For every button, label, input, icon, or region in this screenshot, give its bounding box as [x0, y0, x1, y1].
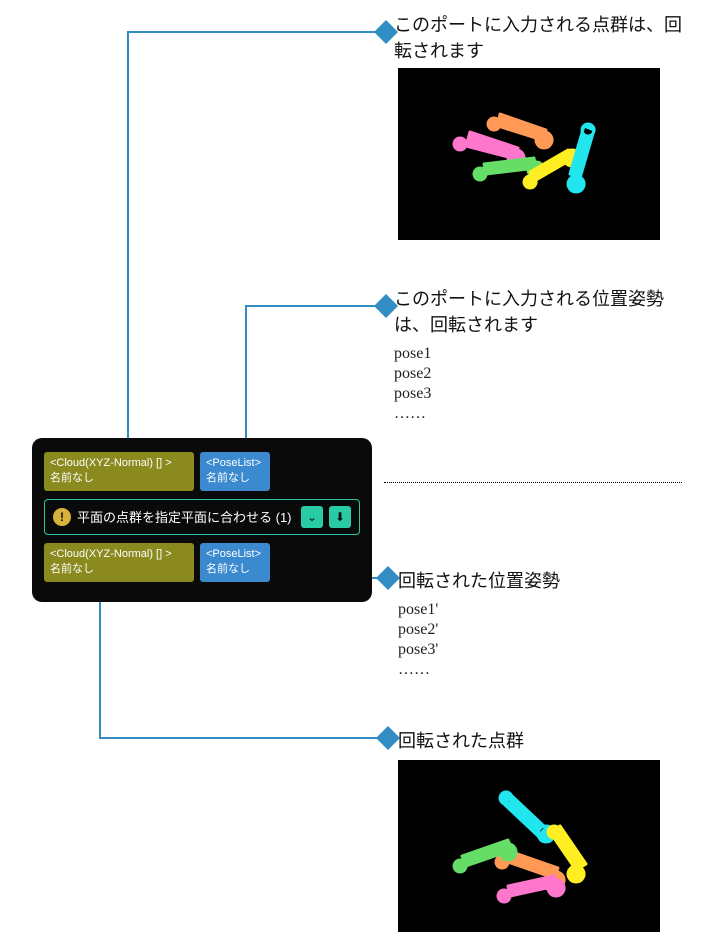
port-name: 名前なし — [50, 562, 188, 577]
expand-button[interactable]: ⌄ — [301, 506, 323, 528]
callout-input-cloud: このポートに入力される点群は、回転されます — [394, 11, 684, 63]
port-name: 名前なし — [206, 471, 264, 486]
warning-icon: ! — [53, 508, 71, 526]
graph-node: <Cloud(XYZ-Normal) [] > 名前なし <PoseList> … — [32, 438, 372, 602]
run-button[interactable]: ⬇ — [329, 506, 351, 528]
input-ports: <Cloud(XYZ-Normal) [] > 名前なし <PoseList> … — [44, 452, 360, 491]
callout-input-pose: このポートに入力される位置姿勢は、回転されます pose1 pose2 pose… — [394, 285, 684, 425]
callout-text: 回転された位置姿勢 — [398, 567, 688, 593]
callout-output-cloud: 回転された点群 — [398, 727, 688, 753]
callout-output-pose: 回転された位置姿勢 pose1' pose2' pose3' …… — [398, 567, 688, 681]
port-type: <Cloud(XYZ-Normal) [] > — [50, 547, 188, 562]
port-name: 名前なし — [50, 471, 188, 486]
divider — [384, 482, 682, 483]
pose-list-out: pose1' pose2' pose3' …… — [398, 601, 688, 679]
chevron-down-icon: ⌄ — [307, 510, 317, 524]
pointcloud-icon — [398, 68, 660, 240]
port-type: <PoseList> — [206, 547, 264, 562]
callout-text: このポートに入力される位置姿勢は、回転されます — [394, 285, 684, 337]
output-port-cloud[interactable]: <Cloud(XYZ-Normal) [] > 名前なし — [44, 543, 194, 582]
input-port-cloud[interactable]: <Cloud(XYZ-Normal) [] > 名前なし — [44, 452, 194, 491]
callout-text: 回転された点群 — [398, 727, 688, 753]
port-name: 名前なし — [206, 562, 264, 577]
input-port-pose[interactable]: <PoseList> 名前なし — [200, 452, 270, 491]
pose-list-in: pose1 pose2 pose3 …… — [394, 345, 684, 423]
port-type: <Cloud(XYZ-Normal) [] > — [50, 456, 188, 471]
callout-text: このポートに入力される点群は、回転されます — [394, 11, 684, 63]
download-icon: ⬇ — [335, 510, 345, 524]
output-ports: <Cloud(XYZ-Normal) [] > 名前なし <PoseList> … — [44, 543, 360, 582]
output-port-pose[interactable]: <PoseList> 名前なし — [200, 543, 270, 582]
preview-input-cloud — [398, 68, 660, 240]
port-type: <PoseList> — [206, 456, 264, 471]
preview-output-cloud — [398, 760, 660, 932]
pointcloud-icon — [398, 760, 660, 932]
node-titlebar[interactable]: ! 平面の点群を指定平面に合わせる (1) ⌄ ⬇ — [44, 499, 360, 535]
node-title: 平面の点群を指定平面に合わせる (1) — [77, 507, 295, 526]
